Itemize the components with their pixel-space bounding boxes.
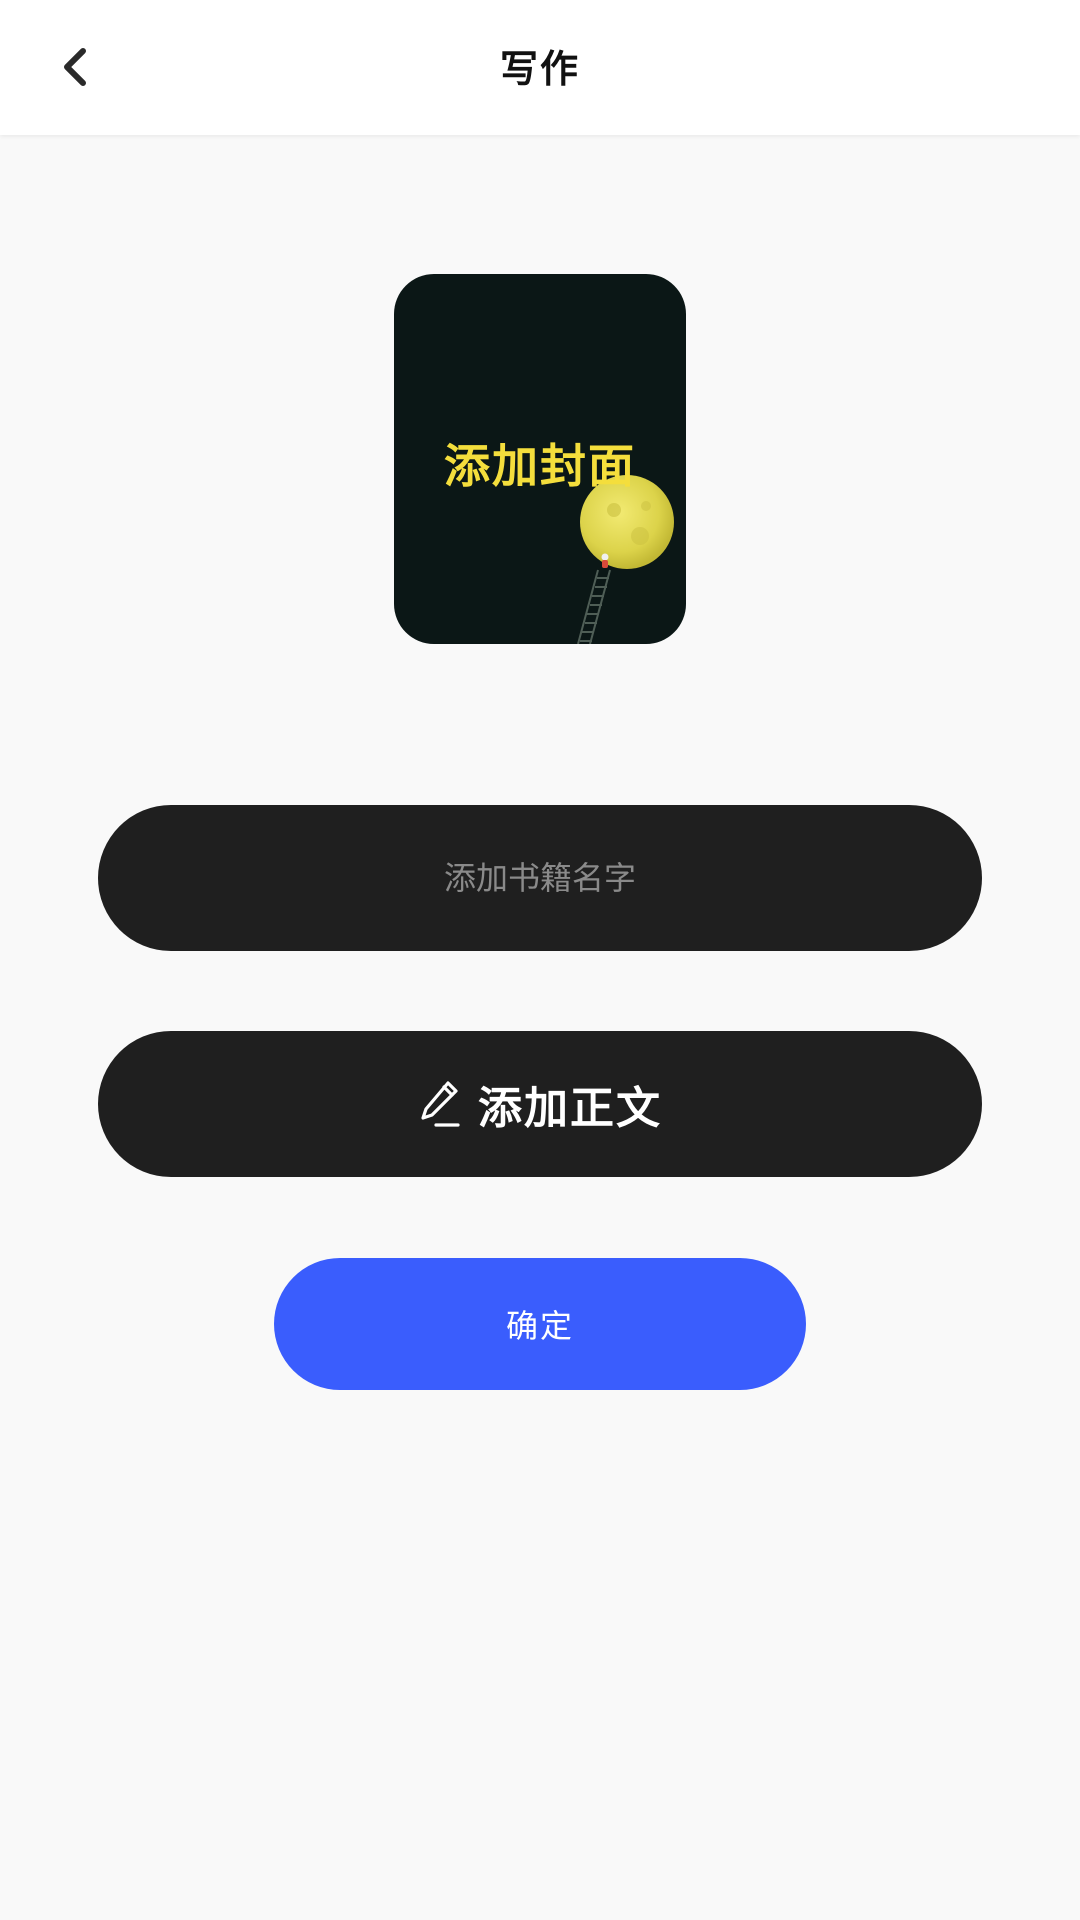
book-name-input[interactable] <box>98 805 982 951</box>
pencil-icon <box>421 1081 460 1127</box>
confirm-label: 确定 <box>505 1307 574 1345</box>
page-title: 写作 <box>499 47 580 91</box>
confirm-button[interactable]: 确定 <box>274 1258 806 1390</box>
add-content-button[interactable]: 添加正文 <box>98 1031 982 1177</box>
write-page: 写作 添加封面 添加书籍名字 添加正文 确定 <box>0 0 1080 1920</box>
add-content-label: 添加正文 <box>478 1083 662 1134</box>
top-bar: 写作 <box>0 0 1080 135</box>
add-cover-button[interactable]: 添加封面 <box>394 274 686 644</box>
add-cover-label: 添加封面 <box>444 439 636 493</box>
climber-figure <box>601 553 609 568</box>
ladder-icon <box>577 569 611 644</box>
